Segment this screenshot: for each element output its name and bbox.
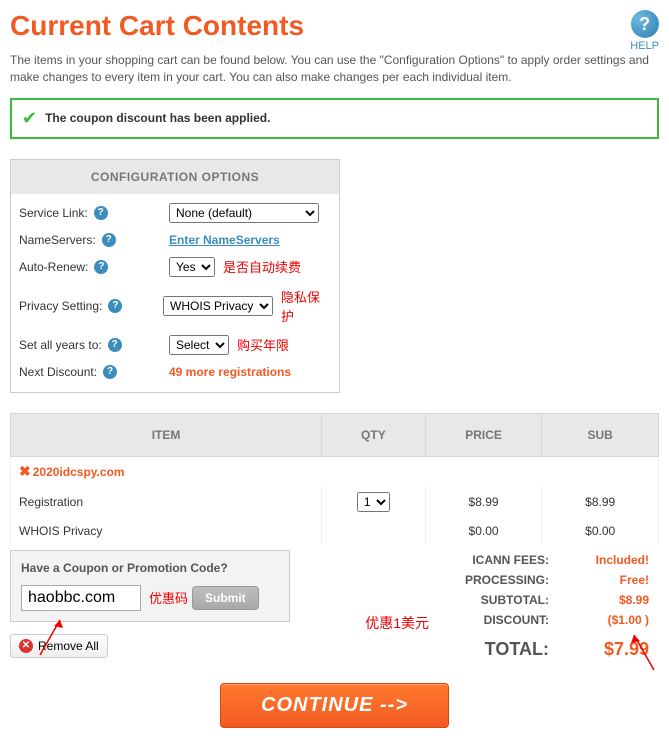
- line-sub: $8.99: [542, 486, 659, 518]
- processing-value: Free!: [549, 573, 649, 587]
- icann-value: Included!: [549, 553, 649, 567]
- configuration-panel: CONFIGURATION OPTIONS Service Link:? Non…: [10, 159, 340, 393]
- page-title: Current Cart Contents: [10, 10, 304, 42]
- alert-text: The coupon discount has been applied.: [45, 111, 270, 125]
- annotation-text: 优惠1美元: [365, 613, 429, 633]
- line-sub: $0.00: [542, 518, 659, 544]
- icann-label: ICANN FEES:: [349, 553, 549, 567]
- next-discount-value: 49 more registrations: [169, 365, 291, 379]
- help-icon[interactable]: ?: [94, 260, 108, 274]
- intro-text: The items in your shopping cart can be f…: [10, 52, 659, 86]
- discount-label: DISCOUNT:: [439, 613, 549, 633]
- subtotal-value: $8.99: [549, 593, 649, 607]
- col-price: PRICE: [425, 413, 542, 456]
- coupon-panel: Have a Coupon or Promotion Code? 优惠码 Sub…: [10, 550, 290, 622]
- service-link-select[interactable]: None (default): [169, 203, 319, 223]
- next-discount-label: Next Discount:: [19, 365, 97, 379]
- cart-table: ITEM QTY PRICE SUB ✖2020idcspy.com Regis…: [10, 413, 659, 544]
- submit-button[interactable]: Submit: [192, 586, 259, 610]
- help-label: HELP: [630, 40, 659, 52]
- subtotal-label: SUBTOTAL:: [349, 593, 549, 607]
- line-item: Registration: [11, 486, 322, 518]
- col-qty: QTY: [322, 413, 426, 456]
- table-row: Registration 1 $8.99 $8.99: [11, 486, 659, 518]
- check-icon: ✔: [22, 108, 37, 129]
- enter-nameservers-link[interactable]: Enter NameServers: [169, 233, 280, 247]
- annotation-text: 优惠码: [149, 588, 188, 607]
- help-icon[interactable]: ?: [94, 206, 108, 220]
- total-value: $7.99: [549, 639, 649, 660]
- col-sub: SUB: [542, 413, 659, 456]
- table-row: WHOIS Privacy $0.00 $0.00: [11, 518, 659, 544]
- annotation-text: 是否自动续费: [223, 257, 301, 276]
- help-icon[interactable]: ?: [108, 299, 122, 313]
- help-icon[interactable]: ?: [108, 338, 122, 352]
- line-price: $0.00: [425, 518, 542, 544]
- help-link[interactable]: ? HELP: [630, 10, 659, 52]
- nameservers-label: NameServers:: [19, 233, 96, 247]
- coupon-input[interactable]: [21, 585, 141, 611]
- processing-label: PROCESSING:: [349, 573, 549, 587]
- continue-button[interactable]: CONTINUE -->: [220, 683, 449, 728]
- years-select[interactable]: Select: [169, 335, 229, 355]
- qty-select[interactable]: 1: [357, 492, 390, 512]
- help-icon[interactable]: ?: [103, 365, 117, 379]
- config-heading: CONFIGURATION OPTIONS: [11, 160, 339, 194]
- auto-renew-label: Auto-Renew:: [19, 260, 88, 274]
- years-label: Set all years to:: [19, 338, 102, 352]
- total-label: TOTAL:: [349, 639, 549, 660]
- success-alert: ✔ The coupon discount has been applied.: [10, 98, 659, 139]
- table-row: ✖2020idcspy.com: [11, 456, 659, 486]
- remove-item-icon[interactable]: ✖: [19, 463, 31, 479]
- col-item: ITEM: [11, 413, 322, 456]
- privacy-label: Privacy Setting:: [19, 299, 102, 313]
- domain-name[interactable]: 2020idcspy.com: [33, 465, 125, 479]
- help-icon: ?: [631, 10, 659, 38]
- auto-renew-select[interactable]: Yes: [169, 257, 215, 277]
- annotation-text: 隐私保护: [281, 287, 331, 325]
- service-link-label: Service Link:: [19, 206, 88, 220]
- privacy-select[interactable]: WHOIS Privacy: [163, 296, 273, 316]
- line-price: $8.99: [425, 486, 542, 518]
- help-icon[interactable]: ?: [102, 233, 116, 247]
- line-item: WHOIS Privacy: [11, 518, 322, 544]
- discount-value: ($1.00 ): [549, 613, 649, 633]
- annotation-text: 购买年限: [237, 335, 289, 354]
- coupon-title: Have a Coupon or Promotion Code?: [21, 561, 279, 575]
